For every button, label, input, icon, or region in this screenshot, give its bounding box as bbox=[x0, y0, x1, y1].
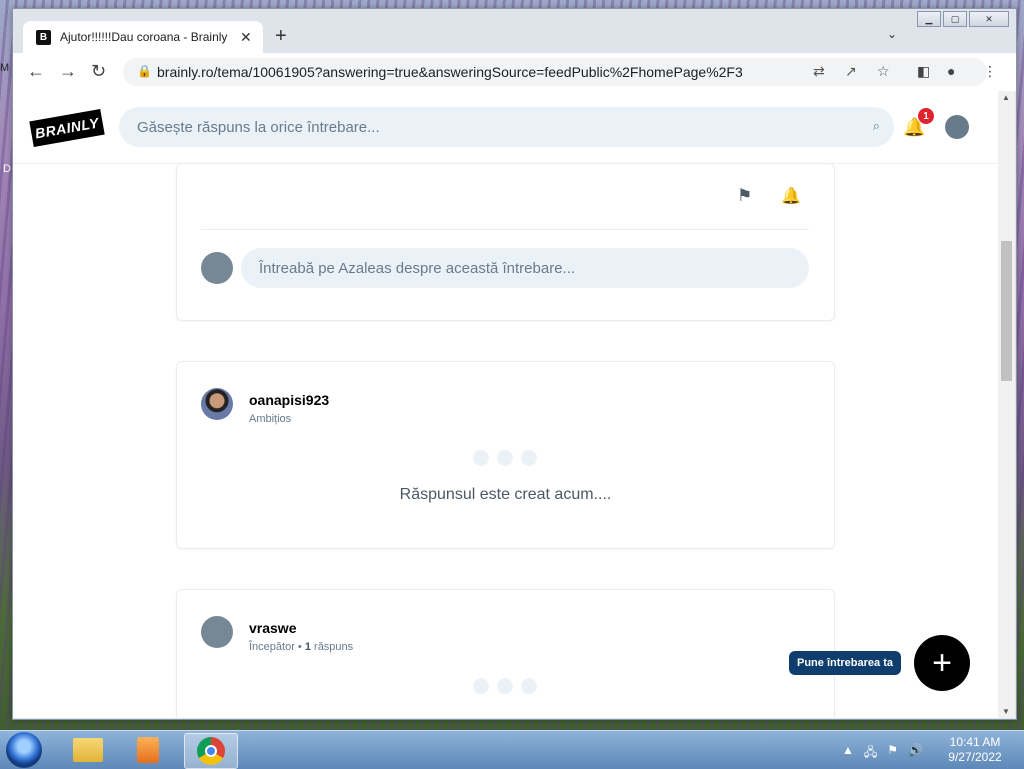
search-input[interactable]: Găsește răspuns la orice întrebare... ⌕ bbox=[119, 107, 894, 147]
site-header: BRAINLY Găsește răspuns la orice întreba… bbox=[13, 91, 998, 164]
new-tab-button[interactable]: + bbox=[275, 25, 287, 48]
reload-button[interactable]: ↻ bbox=[91, 61, 106, 82]
tab-search-chevron-icon[interactable]: ⌄ bbox=[887, 27, 897, 41]
user-avatar[interactable] bbox=[945, 115, 969, 139]
avatar bbox=[201, 252, 233, 284]
scroll-up-icon[interactable]: ▲ bbox=[1002, 93, 1010, 102]
page-viewport: BRAINLY Găsește răspuns la orice întreba… bbox=[13, 91, 998, 718]
clock-date: 9/27/2022 bbox=[948, 750, 1002, 764]
system-tray: ▲ 🖧 ⚑ 🔊 bbox=[842, 743, 923, 764]
chrome-icon bbox=[197, 737, 225, 765]
comment-input[interactable]: Întreabă pe Azaleas despre această între… bbox=[241, 248, 809, 288]
share-icon[interactable]: ↗ bbox=[845, 63, 857, 80]
follow-bell-icon[interactable]: 🔔 bbox=[781, 186, 801, 206]
bookmark-star-icon[interactable]: ☆ bbox=[877, 63, 890, 80]
browser-window: B Ajutor!!!!!!Dau coroana - Brainly ✕ + … bbox=[12, 8, 1017, 720]
translate-icon[interactable]: ⇄ bbox=[813, 63, 825, 80]
tab-close-icon[interactable]: ✕ bbox=[240, 29, 252, 46]
brainly-favicon-icon: B bbox=[36, 29, 51, 45]
side-panel-icon[interactable]: ◧ bbox=[917, 63, 930, 80]
taskbar-clock[interactable]: 10:41 AM 9/27/2022 bbox=[942, 735, 1008, 765]
browser-toolbar: ← → ↻ 🔒 brainly.ro/tema/10061905?answeri… bbox=[13, 53, 1016, 91]
answerer-avatar[interactable] bbox=[201, 616, 233, 648]
divider bbox=[201, 229, 809, 230]
tab-title: Ajutor!!!!!!Dau coroana - Brainly bbox=[60, 30, 228, 44]
clock-time: 10:41 AM bbox=[949, 735, 1001, 749]
answerer-name[interactable]: vraswe bbox=[249, 620, 296, 636]
action-center-icon[interactable]: ⚑ bbox=[887, 743, 898, 764]
brainly-logo[interactable]: BRAINLY bbox=[29, 108, 105, 148]
maximize-button[interactable]: ▢ bbox=[943, 11, 967, 27]
answers-label: răspuns bbox=[314, 641, 354, 653]
taskbar: ▲ 🖧 ⚑ 🔊 10:41 AM 9/27/2022 bbox=[0, 730, 1024, 769]
minimize-button[interactable]: ▁ bbox=[917, 11, 941, 27]
comment-placeholder: Întreabă pe Azaleas despre această între… bbox=[259, 260, 576, 277]
network-icon[interactable]: 🖧 bbox=[864, 743, 877, 764]
loading-dots bbox=[473, 678, 537, 694]
browser-titlebar: B Ajutor!!!!!!Dau coroana - Brainly ✕ + … bbox=[13, 9, 1016, 53]
chrome-taskbar-button[interactable] bbox=[184, 733, 238, 769]
profile-icon[interactable]: ● bbox=[947, 63, 955, 79]
volume-icon[interactable]: 🔊 bbox=[908, 743, 923, 764]
answer-card: vraswe Începător • 1 răspuns bbox=[176, 589, 835, 718]
scroll-thumb[interactable] bbox=[1001, 241, 1012, 381]
rank-label: Începător bbox=[249, 641, 295, 653]
search-icon[interactable]: ⌕ bbox=[873, 118, 880, 134]
report-flag-icon[interactable]: ⚑ bbox=[737, 186, 752, 206]
window-close-button[interactable]: ✕ bbox=[969, 11, 1009, 27]
window-controls: ▁ ▢ ✕ bbox=[917, 11, 1009, 27]
browser-tab[interactable]: B Ajutor!!!!!!Dau coroana - Brainly ✕ bbox=[23, 21, 263, 53]
url-text[interactable]: brainly.ro/tema/10061905?answering=true&… bbox=[157, 64, 743, 80]
menu-kebab-icon[interactable]: ⋮ bbox=[983, 63, 997, 80]
answer-status-text: Răspunsul este creat acum.... bbox=[399, 486, 612, 503]
folder-icon bbox=[73, 738, 103, 762]
media-player-taskbar-button[interactable] bbox=[122, 733, 174, 767]
show-hidden-icons-icon[interactable]: ▲ bbox=[842, 743, 854, 764]
loading-dots bbox=[473, 450, 537, 466]
explorer-taskbar-button[interactable] bbox=[62, 733, 114, 767]
ask-question-button[interactable]: + bbox=[914, 635, 970, 691]
page-scrollbar[interactable]: ▲ ▼ bbox=[998, 91, 1015, 718]
address-bar[interactable]: 🔒 brainly.ro/tema/10061905?answering=tru… bbox=[123, 58, 987, 86]
media-player-icon bbox=[137, 737, 159, 763]
lock-icon: 🔒 bbox=[137, 64, 152, 78]
ask-question-label[interactable]: Pune întrebarea ta bbox=[789, 651, 901, 675]
answerer-name[interactable]: oanapisi923 bbox=[249, 392, 329, 408]
question-actions-card: ⚑ 🔔 Întreabă pe Azaleas despre această î… bbox=[176, 163, 835, 321]
desktop-icon-label: M bbox=[0, 62, 10, 74]
answers-count: 1 bbox=[304, 641, 311, 653]
back-button[interactable]: ← bbox=[27, 61, 45, 82]
answerer-rank: Ambițios bbox=[249, 413, 292, 425]
answerer-avatar[interactable] bbox=[201, 388, 233, 420]
scroll-down-icon[interactable]: ▼ bbox=[1002, 707, 1010, 716]
start-button[interactable] bbox=[6, 732, 42, 768]
answer-card: oanapisi923 Ambițios Răspunsul este crea… bbox=[176, 361, 835, 549]
notification-count-badge: 1 bbox=[918, 108, 934, 124]
answerer-rank: Începător • 1 răspuns bbox=[249, 641, 354, 653]
forward-button[interactable]: → bbox=[59, 61, 77, 82]
search-placeholder: Găsește răspuns la orice întrebare... bbox=[137, 119, 380, 136]
desktop-icon-label: D bbox=[3, 163, 11, 175]
